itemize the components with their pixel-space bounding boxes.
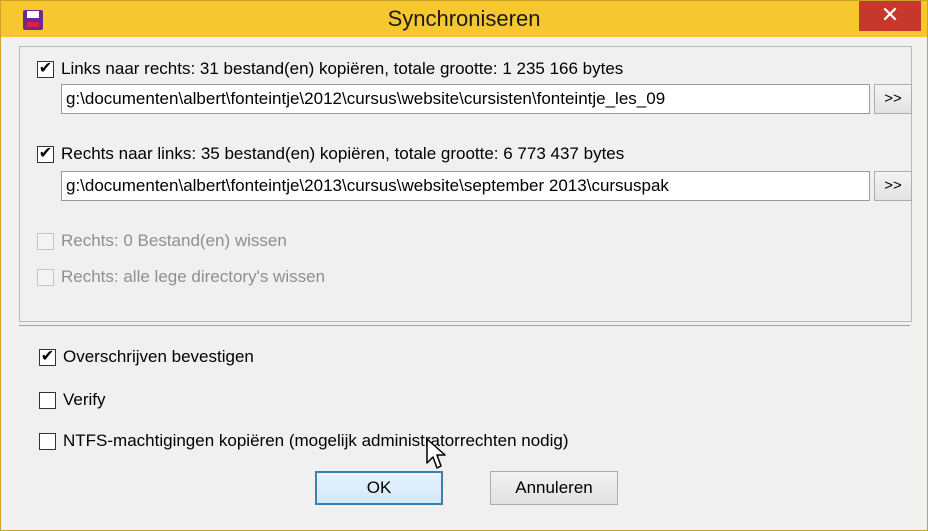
- dialog-body: ✔ Links naar rechts: 31 bestand(en) kopi…: [11, 38, 917, 520]
- ntfs-permissions-label: NTFS-machtigingen kopiëren (mogelijk adm…: [63, 431, 569, 450]
- right-path-field[interactable]: g:\documenten\albert\fonteintje\2013\cur…: [61, 171, 870, 201]
- left-path-field[interactable]: g:\documenten\albert\fonteintje\2012\cur…: [61, 84, 870, 114]
- copy-left-to-right-label: Links naar rechts: 31 bestand(en) kopiër…: [61, 59, 624, 78]
- close-button[interactable]: ✕: [859, 1, 921, 31]
- mouse-pointer-icon: [426, 438, 446, 469]
- window-title: Synchroniseren: [387, 6, 541, 31]
- verify-label: Verify: [63, 390, 106, 409]
- right-path-browse-button[interactable]: >>: [874, 171, 912, 201]
- copy-right-to-left-label: Rechts naar links: 35 bestand(en) kopiër…: [61, 144, 625, 163]
- ntfs-permissions-checkbox[interactable]: [39, 433, 56, 450]
- ok-button[interactable]: OK: [315, 471, 443, 505]
- copy-right-to-left-checkbox[interactable]: ✔: [37, 146, 54, 163]
- delete-empty-dirs-label: Rechts: alle lege directory's wissen: [61, 267, 326, 286]
- sync-actions-group: ✔ Links naar rechts: 31 bestand(en) kopi…: [19, 46, 912, 322]
- delete-files-checkbox[interactable]: [37, 233, 54, 250]
- cancel-button[interactable]: Annuleren: [490, 471, 618, 505]
- left-path-browse-button[interactable]: >>: [874, 84, 912, 114]
- sync-dialog: Synchroniseren ✕ ✔ Links naar rechts: 31…: [0, 0, 928, 531]
- confirm-overwrite-label: Overschrijven bevestigen: [63, 347, 254, 366]
- verify-checkbox[interactable]: [39, 392, 56, 409]
- confirm-overwrite-checkbox[interactable]: ✔: [39, 349, 56, 366]
- title-bar[interactable]: Synchroniseren ✕: [1, 1, 927, 37]
- copy-left-to-right-checkbox[interactable]: ✔: [37, 61, 54, 78]
- delete-empty-dirs-checkbox[interactable]: [37, 269, 54, 286]
- separator: [19, 325, 910, 326]
- delete-files-label: Rechts: 0 Bestand(en) wissen: [61, 231, 287, 250]
